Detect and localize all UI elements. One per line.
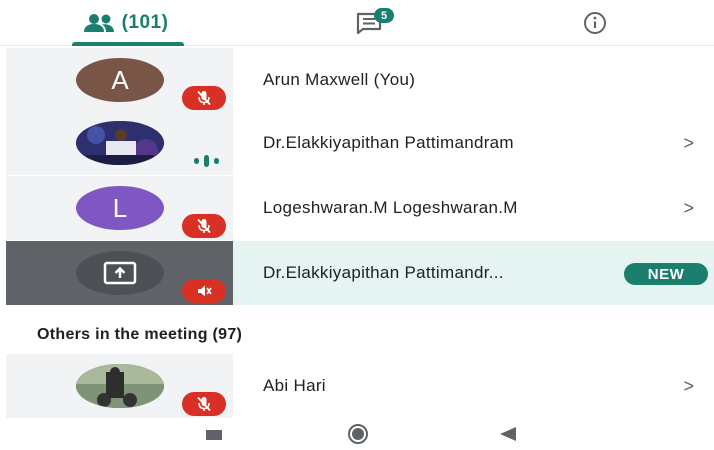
participant-name: Abi Hari <box>263 376 326 395</box>
present-screen-icon <box>103 261 137 285</box>
participant-name: Dr.Elakkiyapithan Pattimandram <box>263 133 514 152</box>
avatar: L <box>76 186 164 230</box>
presentation-row[interactable]: Dr.Elakkiyapithan Pattimandr... NEW <box>6 241 714 305</box>
recents-icon[interactable] <box>204 428 224 447</box>
participant-row-logeshwaran[interactable]: L Logeshwaran.M Logeshwaran.M > <box>6 176 714 240</box>
others-section-title: Others in the meeting (97) <box>37 326 243 343</box>
volume-off-icon <box>182 279 226 303</box>
participant-tile <box>6 354 233 418</box>
presentation-tile <box>6 241 233 305</box>
new-badge: NEW <box>624 263 708 285</box>
avatar <box>76 251 164 295</box>
speaking-indicator-icon <box>186 149 226 173</box>
system-nav-bar <box>0 420 714 450</box>
avatar: A <box>76 58 164 102</box>
participant-row-abi-hari[interactable]: Abi Hari > <box>6 354 714 418</box>
avatar-photo <box>76 364 164 408</box>
tab-people[interactable]: (101) <box>60 0 190 46</box>
mic-off-icon <box>182 86 226 110</box>
people-icon <box>83 14 114 32</box>
avatar-photo <box>76 121 164 165</box>
tab-chat[interactable]: 5 <box>335 0 405 46</box>
unread-badge: 5 <box>374 8 394 23</box>
info-icon <box>584 12 606 34</box>
tab-bar: (101) 5 <box>0 0 714 46</box>
back-icon[interactable] <box>497 425 519 448</box>
mic-off-icon <box>182 392 226 416</box>
home-icon[interactable] <box>346 423 370 450</box>
mic-off-icon <box>182 214 226 238</box>
chevron-right-icon[interactable]: > <box>683 176 694 240</box>
avatar-letter: L <box>112 192 128 223</box>
participant-tile <box>6 111 233 175</box>
presenter-name: Dr.Elakkiyapithan Pattimandr... <box>263 263 504 282</box>
participant-row-arun[interactable]: A Arun Maxwell (You) <box>6 48 714 112</box>
participant-name: Logeshwaran.M Logeshwaran.M <box>263 198 518 217</box>
participant-tile: A <box>6 48 233 112</box>
chevron-right-icon[interactable]: > <box>683 111 694 175</box>
participant-row-elakkiyapithan[interactable]: Dr.Elakkiyapithan Pattimandram > <box>6 111 714 175</box>
tab-info[interactable] <box>560 0 630 46</box>
participant-tile: L <box>6 176 233 240</box>
avatar-letter: A <box>111 64 129 95</box>
chevron-right-icon[interactable]: > <box>683 354 694 418</box>
participant-count: (101) <box>121 12 169 33</box>
active-tab-indicator <box>72 42 184 46</box>
participant-name: Arun Maxwell (You) <box>263 70 416 89</box>
